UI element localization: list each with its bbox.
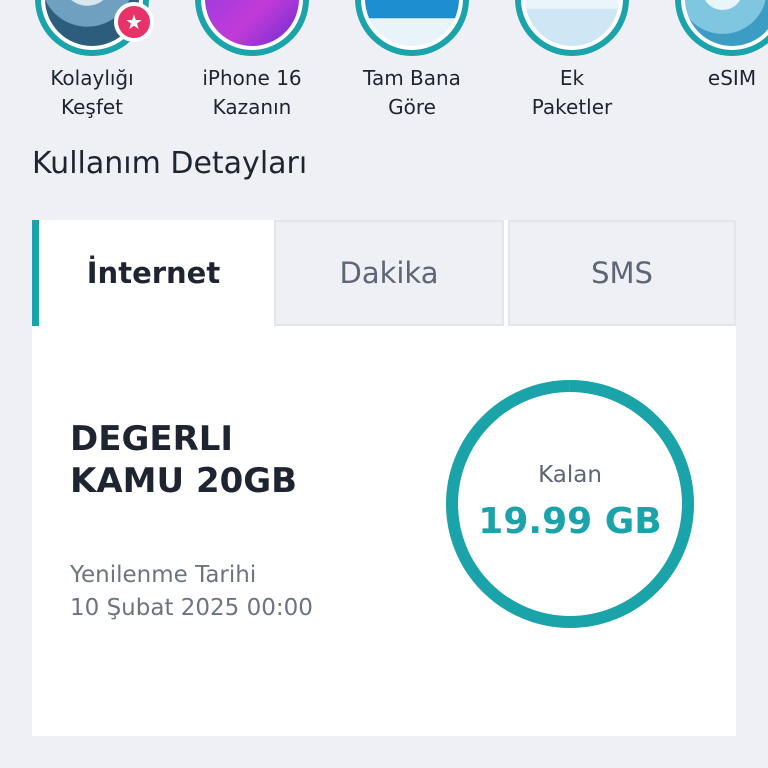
story-label: iPhone 16 Kazanın [202, 66, 302, 119]
story-thumbnail[interactable] [675, 0, 768, 56]
renewal-label: Yenilenme Tarihi [70, 562, 257, 588]
story-label: Ek Paketler [531, 66, 613, 119]
tab-internet[interactable]: İnternet [32, 220, 268, 326]
package-name: DEGERLI KAMU 20GB [70, 419, 298, 501]
tab-sms[interactable]: SMS [508, 220, 736, 326]
story-label: Tam Bana Göre [363, 66, 461, 119]
story-label: eSIM [707, 66, 757, 90]
story-thumbnail[interactable] [195, 0, 309, 56]
remaining-label: Kalan [538, 462, 602, 488]
usage-card: İnternet Dakika SMS DEGERLI KAMU 20GB Ye… [32, 220, 736, 736]
star-icon: ★ [114, 2, 154, 42]
section-title: Kullanım Detayları [32, 146, 308, 181]
story-label: Kolaylığı Keşfet [50, 66, 134, 119]
tab-dakika[interactable]: Dakika [274, 220, 504, 326]
stories-row: ★ Kolaylığı Keşfet iPhone 16 Kazanın Tam… [0, 0, 768, 130]
remaining-value: 19.99 GB [478, 501, 662, 542]
story-thumbnail[interactable] [355, 0, 469, 56]
story-thumbnail[interactable] [515, 0, 629, 56]
usage-tabs: İnternet Dakika SMS [32, 220, 736, 328]
renewal-date: 10 Şubat 2025 00:00 [70, 595, 313, 621]
